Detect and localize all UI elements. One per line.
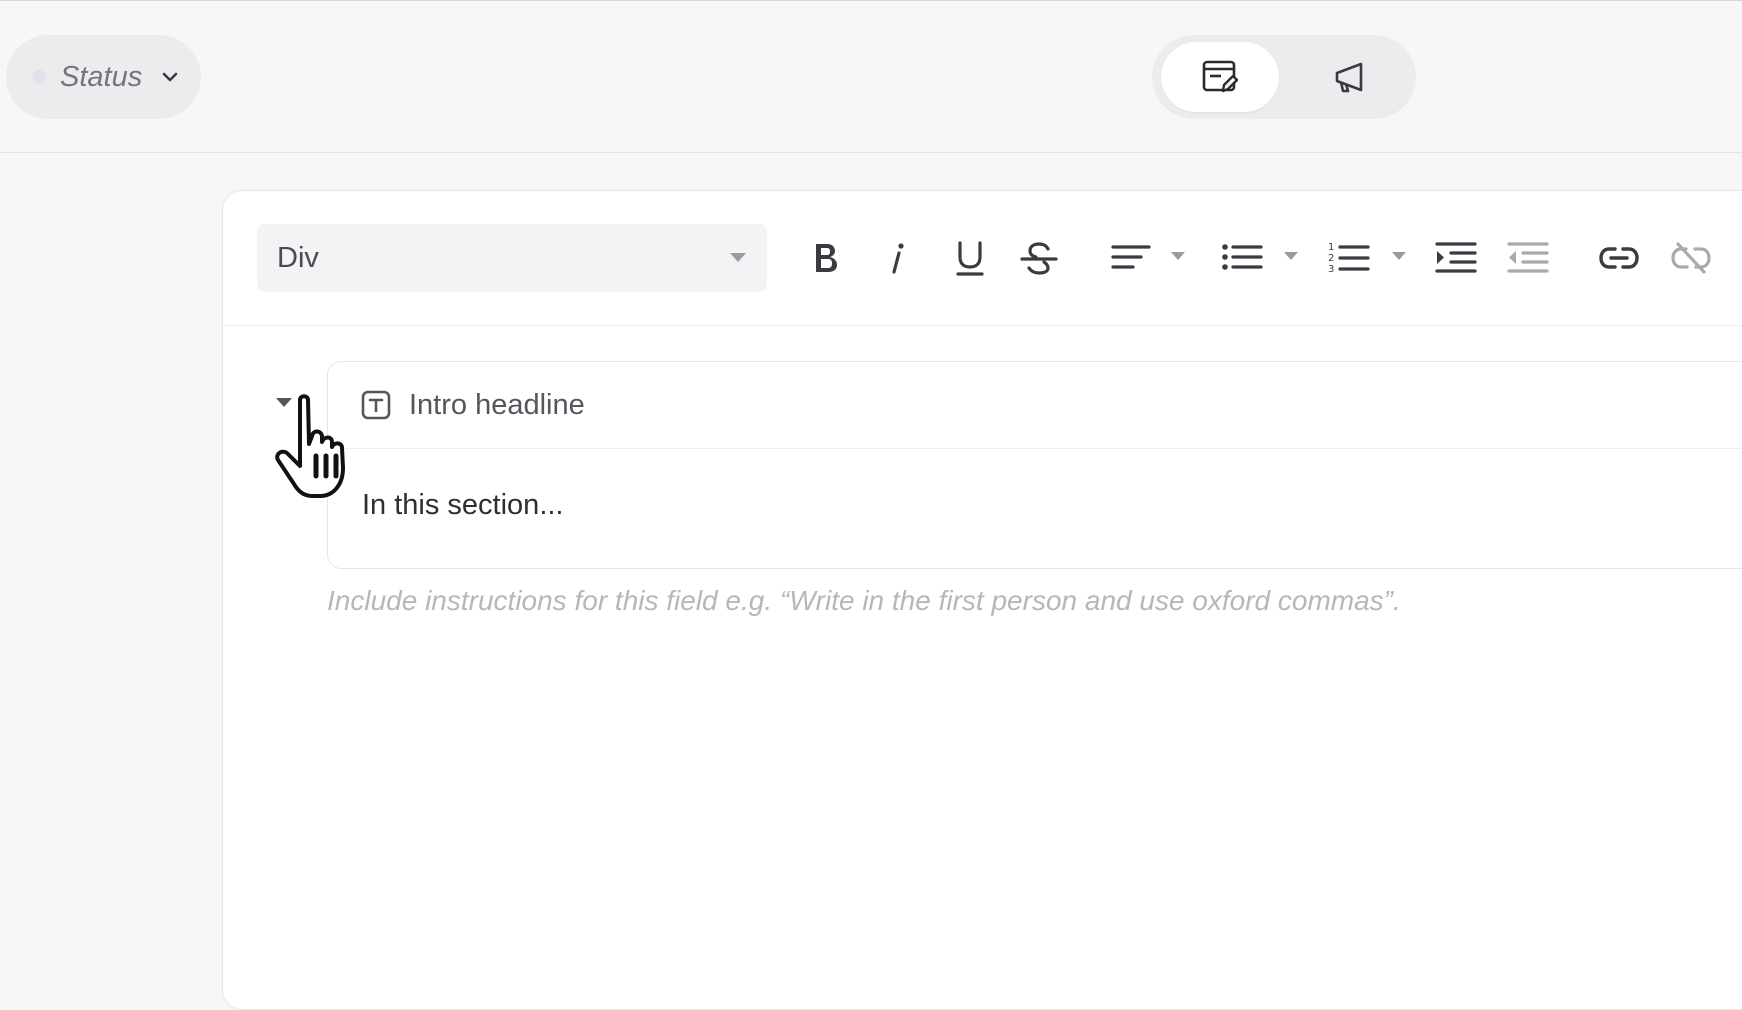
numbered-list-icon: 1 2 3 [1328, 242, 1370, 275]
align-left-icon [1111, 245, 1151, 269]
svg-text:3: 3 [1328, 264, 1334, 275]
formatting-toolbar: Div 1 2 3 [223, 191, 1742, 326]
outdent-icon [1507, 242, 1549, 273]
align-button[interactable] [1108, 229, 1154, 287]
bold-button[interactable] [804, 229, 848, 287]
numbered-list-button[interactable]: 1 2 3 [1326, 229, 1372, 287]
status-dropdown[interactable]: Status [6, 35, 201, 119]
caret-down-icon [730, 253, 746, 262]
italic-icon [892, 243, 904, 274]
unlink-icon [1671, 242, 1711, 274]
bullet-list-button[interactable] [1219, 229, 1265, 287]
bullet-list-dropdown-caret-icon[interactable] [1283, 251, 1299, 262]
strikethrough-icon [1020, 242, 1058, 275]
indent-button[interactable] [1433, 229, 1479, 287]
field-instructions-input[interactable]: Include instructions for this field e.g.… [327, 585, 1401, 617]
strikethrough-button[interactable] [1016, 229, 1062, 287]
megaphone-icon [1335, 62, 1363, 93]
svg-text:1: 1 [1328, 242, 1334, 253]
top-bar: Status [0, 0, 1742, 153]
italic-button[interactable] [875, 229, 919, 287]
bullet-list-icon [1222, 244, 1263, 270]
bold-icon [816, 244, 837, 272]
indent-icon [1435, 242, 1477, 273]
block-format-select[interactable]: Div [257, 224, 767, 292]
align-dropdown-caret-icon[interactable] [1170, 251, 1186, 262]
edit-form-view-button[interactable] [1161, 42, 1279, 112]
collapse-caret-icon[interactable] [275, 397, 293, 409]
underline-icon [956, 241, 984, 276]
status-dot [32, 70, 46, 84]
status-label: Status [60, 60, 143, 93]
unlink-button[interactable] [1668, 229, 1714, 287]
block-format-value: Div [277, 241, 319, 274]
outdent-button[interactable] [1505, 229, 1551, 287]
link-button[interactable] [1596, 229, 1642, 287]
svg-text:2: 2 [1328, 253, 1334, 264]
numbered-list-dropdown-caret-icon[interactable] [1391, 251, 1407, 262]
text-field-icon [361, 390, 391, 420]
field-block: Intro headline In this section... [327, 361, 1742, 569]
view-toggle [1152, 35, 1416, 119]
field-content-editor[interactable]: In this section... [328, 449, 1742, 522]
field-title: Intro headline [409, 388, 585, 421]
announcement-view-button[interactable] [1290, 42, 1408, 112]
editor-card: Div 1 2 3 Intro headline In this section… [222, 190, 1742, 1010]
field-header[interactable]: Intro headline [328, 362, 1742, 449]
link-icon [1599, 247, 1639, 269]
edit-form-icon [1202, 60, 1239, 93]
underline-button[interactable] [948, 229, 992, 287]
chevron-down-icon [162, 72, 178, 82]
